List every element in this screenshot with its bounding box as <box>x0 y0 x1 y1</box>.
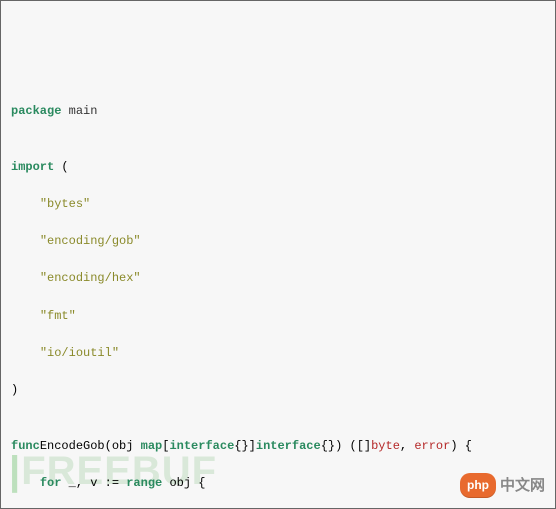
kw-package: package <box>11 104 61 118</box>
badge-cn-text: 中文网 <box>500 474 545 497</box>
code-lines: package main import ( "bytes" "encoding/… <box>11 83 545 509</box>
import-bytes: "bytes" <box>40 197 90 211</box>
import-gob: "encoding/gob" <box>40 234 141 248</box>
code-block: |FREEBUF package main import ( "bytes" "… <box>0 0 556 509</box>
import-hex: "encoding/hex" <box>40 271 141 285</box>
import-fmt: "fmt" <box>40 309 76 323</box>
site-badge: php 中文网 <box>460 473 545 498</box>
kw-import: import <box>11 160 54 174</box>
badge-pill: php <box>460 473 496 498</box>
import-ioutil: "io/ioutil" <box>40 346 119 360</box>
